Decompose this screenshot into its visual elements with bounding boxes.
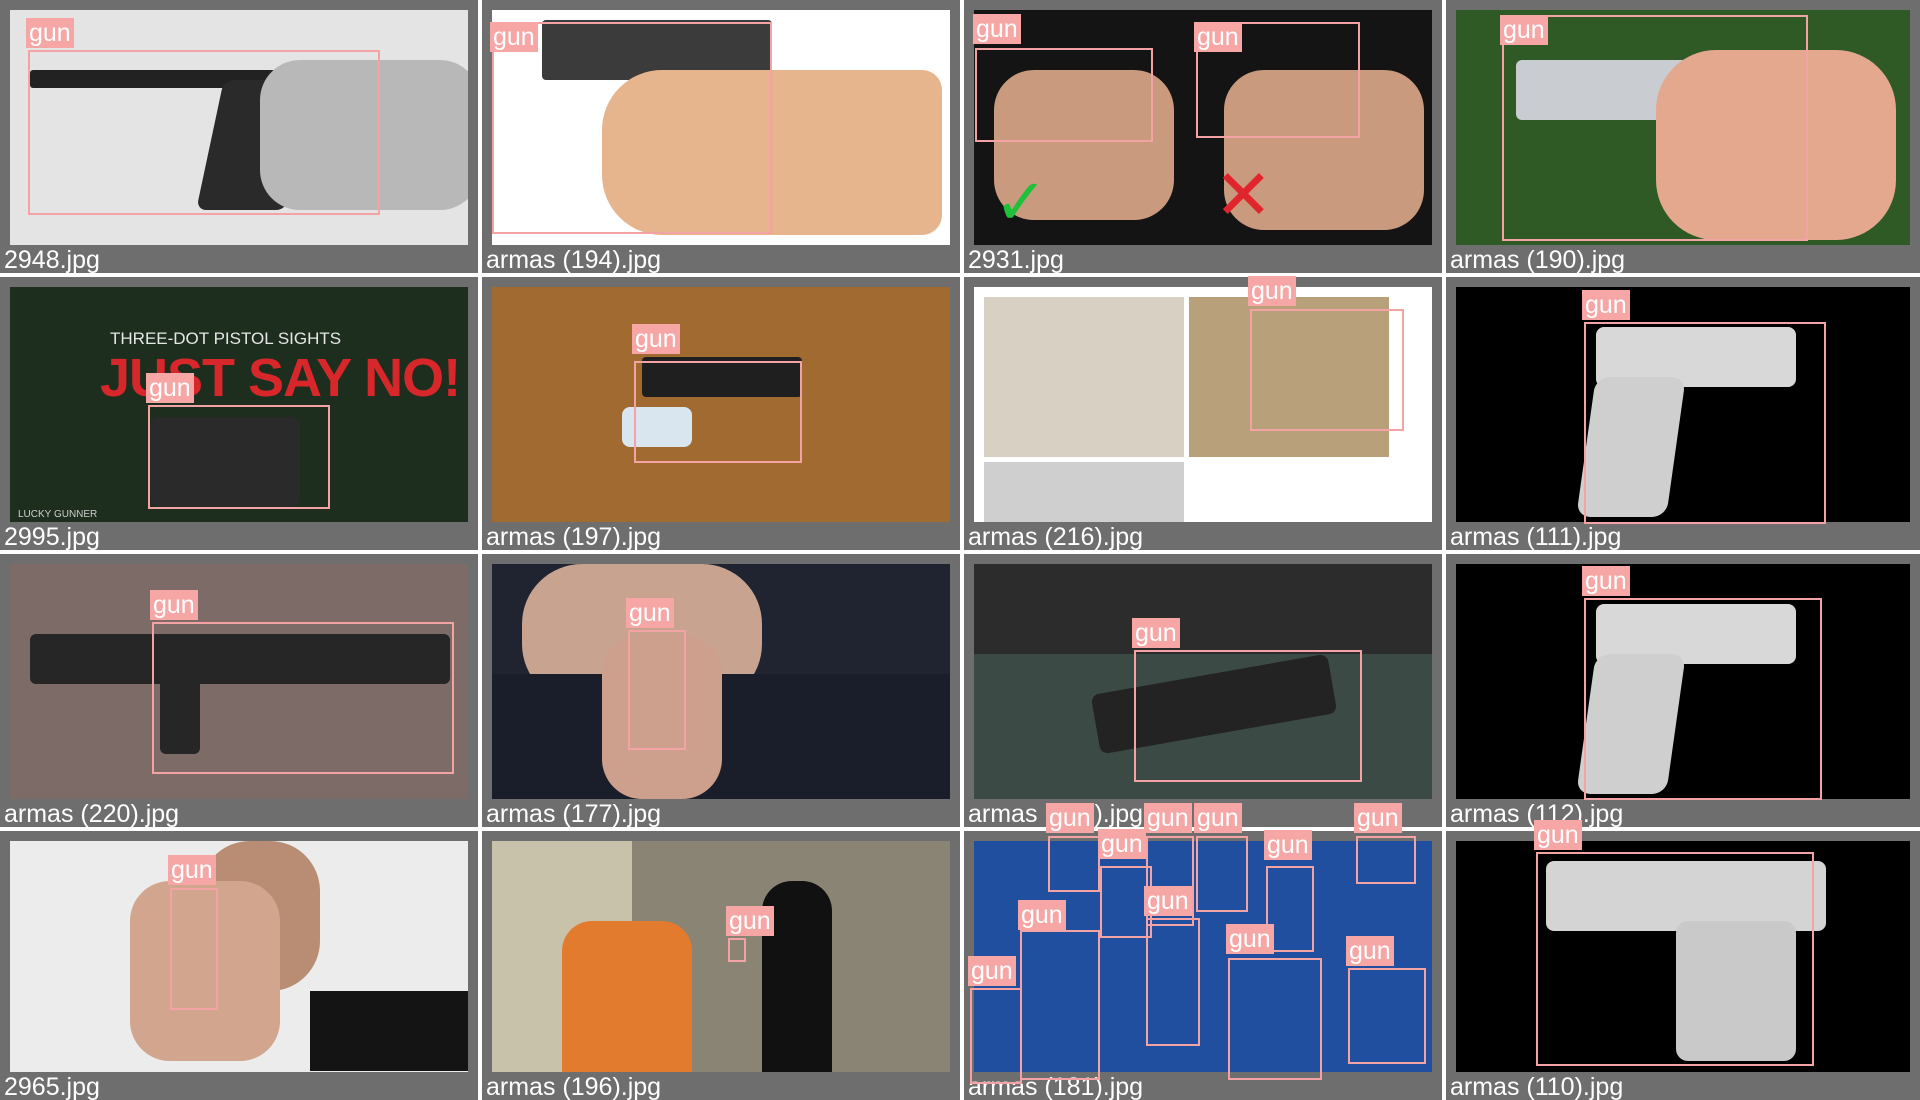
detection-box bbox=[1356, 836, 1416, 884]
detection-box bbox=[1536, 852, 1814, 1066]
detection-label: gun bbox=[1132, 618, 1180, 648]
image-filename: armas (177).jpg bbox=[486, 800, 662, 827]
detection-label: gun bbox=[1144, 886, 1192, 916]
detection-label: gun bbox=[1144, 803, 1192, 833]
detection-label: gun bbox=[1046, 803, 1094, 833]
detection-label: gun bbox=[1194, 22, 1242, 52]
detection-box bbox=[1146, 918, 1200, 1046]
detection-box bbox=[975, 48, 1153, 142]
detection-label: gun bbox=[26, 18, 74, 48]
image-filename: 2948.jpg bbox=[4, 246, 100, 273]
detection-label: gun bbox=[1018, 900, 1066, 930]
detection-label: gun bbox=[1226, 924, 1274, 954]
detection-label: gun bbox=[1582, 566, 1630, 596]
detection-box bbox=[1348, 968, 1426, 1064]
detection-label: gun bbox=[626, 598, 674, 628]
image-tile[interactable]: 2965.jpg bbox=[0, 831, 478, 1100]
image-filename: 2931.jpg bbox=[968, 246, 1064, 273]
check-icon: ✓ bbox=[994, 166, 1048, 238]
detection-label: gun bbox=[968, 956, 1016, 986]
detection-label: gun bbox=[1534, 820, 1582, 850]
detection-label: gun bbox=[490, 22, 538, 52]
detection-box bbox=[1502, 15, 1808, 241]
image-filename: armas (196).jpg bbox=[486, 1073, 662, 1100]
detection-label: gun bbox=[1346, 936, 1394, 966]
detection-box bbox=[1134, 650, 1362, 782]
detection-box bbox=[492, 22, 772, 234]
detection-box bbox=[170, 888, 218, 1010]
image-filename: armas (220).jpg bbox=[4, 800, 180, 827]
detection-box bbox=[28, 50, 380, 215]
image-tile[interactable]: armas (196).jpg bbox=[482, 831, 960, 1100]
detection-label: gun bbox=[1194, 803, 1242, 833]
image-preview bbox=[10, 841, 468, 1072]
image-filename: armas (111).jpg bbox=[1450, 523, 1622, 550]
detection-label: gun bbox=[168, 855, 216, 885]
detection-label: gun bbox=[146, 373, 194, 403]
image-filename: 2965.jpg bbox=[4, 1073, 100, 1100]
knife-photo bbox=[984, 462, 1184, 522]
banner-subtitle: THREE-DOT PISTOL SIGHTS bbox=[110, 329, 342, 348]
cashier bbox=[562, 921, 692, 1072]
detection-label: gun bbox=[1098, 829, 1146, 859]
shirt bbox=[310, 991, 468, 1071]
detection-box bbox=[1250, 309, 1404, 431]
detection-box bbox=[1048, 836, 1100, 892]
image-filename: 2995.jpg bbox=[4, 523, 100, 550]
gun-rack-photo bbox=[974, 564, 1432, 654]
detection-box bbox=[1020, 930, 1100, 1080]
target-kit-photo bbox=[984, 297, 1184, 457]
detection-results-grid: 2948.jpg gun armas (194).jpg gun ✓ ✕ 293… bbox=[0, 0, 1920, 1100]
image-filename: armas (110).jpg bbox=[1450, 1073, 1624, 1100]
detection-box bbox=[1228, 958, 1322, 1080]
detection-box bbox=[634, 361, 802, 463]
detection-label: gun bbox=[1500, 15, 1548, 45]
detection-box bbox=[148, 405, 330, 509]
image-filename: armas (190).jpg bbox=[1450, 246, 1626, 273]
detection-box bbox=[970, 988, 1022, 1084]
image-filename: armas (197).jpg bbox=[486, 523, 662, 550]
brand-logo: LUCKY GUNNER bbox=[18, 509, 98, 520]
detection-box bbox=[152, 622, 454, 774]
detection-label: gun bbox=[150, 590, 198, 620]
detection-box bbox=[628, 630, 686, 750]
image-tile[interactable]: armas (177).jpg bbox=[482, 554, 960, 827]
detection-label: gun bbox=[1354, 803, 1402, 833]
detection-box bbox=[1584, 322, 1826, 524]
detection-label: gun bbox=[1248, 276, 1296, 306]
image-preview bbox=[492, 564, 950, 799]
cross-icon: ✕ bbox=[1214, 156, 1273, 234]
detection-label: gun bbox=[1264, 830, 1312, 860]
detection-label: gun bbox=[1582, 290, 1630, 320]
detection-box bbox=[728, 938, 746, 962]
image-filename: armas (216).jpg bbox=[968, 523, 1144, 550]
detection-label: gun bbox=[973, 14, 1021, 44]
image-filename: armas (194).jpg bbox=[486, 246, 662, 273]
image-preview bbox=[492, 841, 950, 1072]
detection-label: gun bbox=[726, 906, 774, 936]
detection-box bbox=[1584, 598, 1822, 800]
detection-label: gun bbox=[632, 324, 680, 354]
detection-box bbox=[1196, 836, 1248, 912]
